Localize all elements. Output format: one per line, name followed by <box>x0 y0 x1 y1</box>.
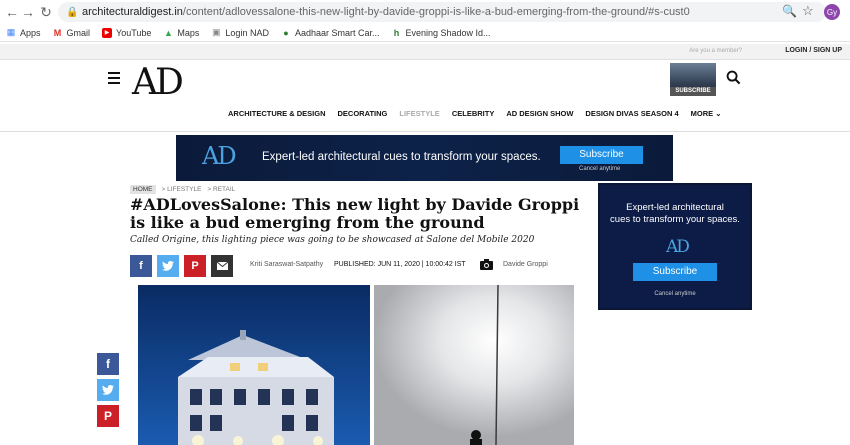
floating-twitter-button[interactable] <box>97 379 119 401</box>
gmail-icon: M <box>53 27 62 38</box>
bookmark-label: YouTube <box>116 27 152 38</box>
twitter-share-button[interactable] <box>157 255 179 277</box>
article-title: #ADLovesSalone: This new light by Davide… <box>130 195 580 232</box>
article-subtitle: Called Origine, this lighting piece was … <box>130 235 535 245</box>
mail-icon <box>216 262 228 270</box>
breadcrumb: HOME > LIFESTYLE > RETAIL <box>130 185 241 194</box>
pinterest-icon: P <box>103 409 112 423</box>
forward-icon[interactable]: → <box>18 2 38 22</box>
profile-avatar[interactable]: Gy <box>824 4 840 20</box>
chevron-down-icon: ⌄ <box>715 109 722 118</box>
breadcrumb-lifestyle[interactable]: > LIFESTYLE <box>162 186 202 193</box>
nav-architecture-design[interactable]: ARCHITECTURE & DESIGN <box>228 109 326 118</box>
bookmark-label: Gmail <box>66 27 91 38</box>
bookmark-evening-shadow[interactable]: h Evening Shadow Id... <box>392 28 491 38</box>
zoom-icon[interactable]: 🔍 <box>782 4 797 18</box>
bookmarks-bar: ▦ Apps M Gmail ▶ YouTube ▲ Maps ▣ Login NAD ●… <box>0 24 850 42</box>
bookmark-label: Maps <box>177 27 200 38</box>
nav-celebrity[interactable]: CELEBRITY <box>452 109 495 118</box>
share-buttons: f P <box>130 255 233 277</box>
reload-icon[interactable]: ↻ <box>36 2 56 22</box>
email-share-button[interactable] <box>211 255 233 277</box>
apps-grid-icon: ▦ <box>6 27 16 37</box>
bookmark-aadhaar[interactable]: ● Aadhaar Smart Car... <box>281 27 380 38</box>
subscribe-label: SUBSCRIBE <box>670 87 716 96</box>
youtube-icon: ▶ <box>102 27 113 38</box>
nav-ad-design-show[interactable]: AD DESIGN SHOW <box>506 109 573 118</box>
location-pin-icon: ● <box>283 27 289 38</box>
floating-facebook-button[interactable]: f <box>97 353 119 375</box>
author-name[interactable]: Kriti Saraswat-Satpathy <box>250 261 323 268</box>
bookmark-apps[interactable]: ▦ Apps <box>6 27 41 38</box>
bookmark-youtube[interactable]: ▶ YouTube <box>102 27 152 38</box>
site-top-strip: Are you a member? LOGIN / SIGN UP <box>0 44 850 60</box>
side-ad-line1: Expert-led architectural <box>626 202 724 213</box>
side-ad-subscribe-button[interactable]: Subscribe <box>633 263 717 281</box>
bookmark-label: Apps <box>20 27 41 38</box>
bookmark-star-icon[interactable]: ☆ <box>802 3 814 19</box>
nav-more-label: MORE <box>690 109 714 118</box>
url-host: architecturaldigest.in <box>82 6 183 18</box>
bookmark-login-nad[interactable]: ▣ Login NAD <box>211 27 269 38</box>
hamburger-menu-icon[interactable] <box>108 72 120 84</box>
article-image-light <box>374 285 574 445</box>
nav-more[interactable]: MORE ⌄ <box>691 109 722 118</box>
side-ad-line2: cues to transform your spaces. <box>610 214 740 225</box>
bookmark-label: Evening Shadow Id... <box>405 27 491 38</box>
ad-banner-text: Expert-led architectural cues to transfo… <box>262 151 541 163</box>
maps-icon: ▲ <box>163 27 173 38</box>
url-path: /content/adlovessalone-this-new-light-by… <box>182 6 690 18</box>
side-ad-cancel-text: Cancel anytime <box>654 291 696 297</box>
pinterest-share-button[interactable]: P <box>184 255 206 277</box>
ad-banner-cancel-text: Cancel anytime <box>579 166 621 172</box>
side-ad-text: Expert-led architectural cues to transfor… <box>600 202 750 226</box>
facebook-icon: f <box>139 260 143 272</box>
site-logo[interactable]: AD <box>132 62 184 103</box>
breadcrumb-retail[interactable]: > RETAIL <box>207 186 235 193</box>
address-bar[interactable]: 🔒 architecturaldigest.in/content/adloves… <box>58 2 826 22</box>
twitter-icon <box>102 385 114 395</box>
floating-pinterest-button[interactable]: P <box>97 405 119 427</box>
ad-banner-subscribe-button[interactable]: Subscribe <box>560 146 643 164</box>
pinterest-icon: P <box>191 260 199 272</box>
bookmark-gmail[interactable]: M Gmail <box>53 27 91 38</box>
login-signup-link[interactable]: LOGIN / SIGN UP <box>785 47 842 54</box>
member-prompt: Are you a member? <box>689 48 742 54</box>
ad-banner-logo: AD <box>202 142 237 170</box>
camera-icon <box>480 259 493 270</box>
page-icon: ▣ <box>212 27 221 37</box>
main-nav: ARCHITECTURE & DESIGN DECORATING LIFESTY… <box>228 109 734 118</box>
search-icon[interactable] <box>726 70 741 85</box>
breadcrumb-home[interactable]: HOME <box>130 185 156 194</box>
article-image-house <box>138 285 370 445</box>
twitter-icon <box>162 261 174 271</box>
bookmark-maps[interactable]: ▲ Maps <box>163 28 199 38</box>
facebook-icon: f <box>106 357 110 371</box>
side-ad[interactable]: Expert-led architectural cues to transfor… <box>598 183 752 310</box>
facebook-share-button[interactable]: f <box>130 255 152 277</box>
ad-banner[interactable]: AD Expert-led architectural cues to tran… <box>176 135 673 181</box>
nav-divider <box>0 131 850 132</box>
bookmark-label: Aadhaar Smart Car... <box>294 27 380 38</box>
floating-share-bar: f P <box>97 353 119 427</box>
lock-icon: 🔒 <box>66 6 79 18</box>
subscribe-magazine-thumb[interactable]: SUBSCRIBE <box>670 63 716 96</box>
bookmark-label: Login NAD <box>225 27 269 38</box>
photographer-credit: Davide Groppi <box>503 261 548 268</box>
browser-toolbar: ← → ↻ 🔒 architecturaldigest.in/content/a… <box>0 0 850 24</box>
side-ad-logo: AD <box>666 237 690 257</box>
nav-decorating[interactable]: DECORATING <box>338 109 388 118</box>
published-date: PUBLISHED: JUN 11, 2020 | 10:00:42 IST <box>334 261 466 268</box>
nav-lifestyle[interactable]: LIFESTYLE <box>399 109 439 118</box>
h-icon: h <box>393 27 400 38</box>
nav-design-divas[interactable]: DESIGN DIVAS SEASON 4 <box>585 109 678 118</box>
